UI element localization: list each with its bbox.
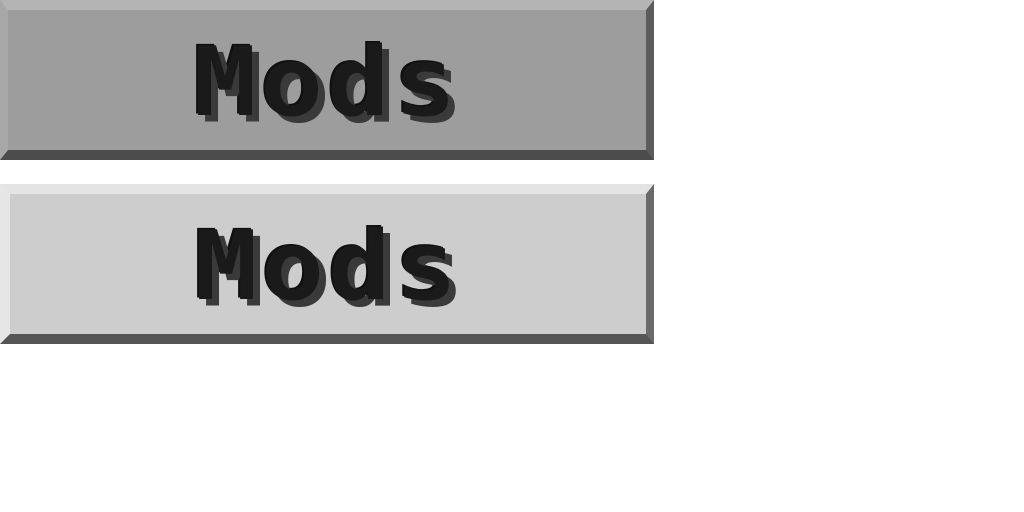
mods-button-hover[interactable]: Mods: [0, 184, 654, 344]
mods-button-label: Mods: [194, 209, 462, 323]
button-sprite-sheet: Mods Mods: [0, 0, 1024, 512]
mods-button-label: Mods: [193, 25, 461, 139]
mods-button-normal[interactable]: Mods: [0, 0, 654, 160]
